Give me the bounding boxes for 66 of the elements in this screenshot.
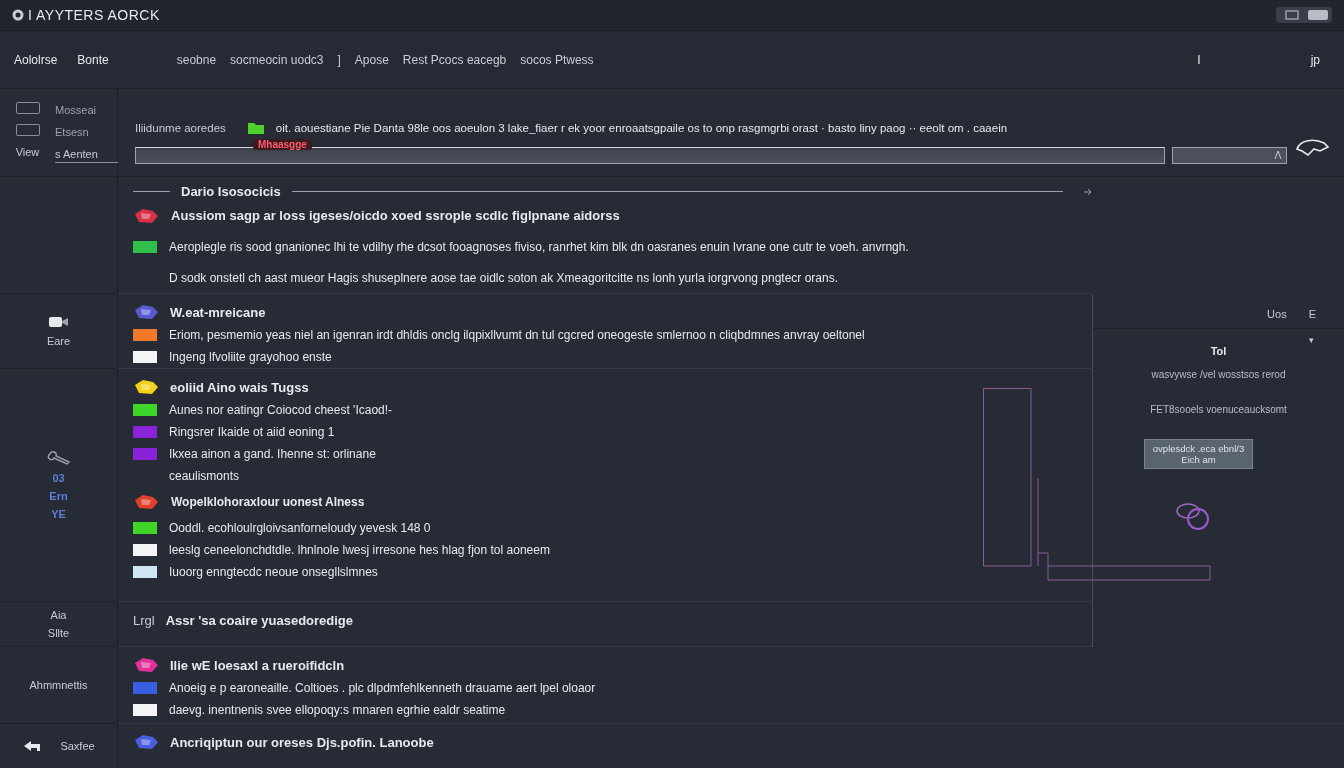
window-title: I AYYTERS AORCK [28, 7, 160, 23]
list-text: ceaulismonts [169, 469, 240, 483]
list-text: Aeroplegle ris sood gnanionec lhi te vdilhy rhe dcsot fooagnoses fiviso, ranrhet kim blk dn oasranes enuin Ivrane one cutr te voeh. anvrngh. [169, 239, 909, 254]
panel-icon[interactable] [15, 102, 40, 114]
section-heading: Ancriqiptun our oreses Djs.pofin. Lanoobe [170, 734, 434, 750]
sidebar-item[interactable]: Etsesn [55, 124, 118, 140]
section-heading: eoliid Aino wais Tugss [170, 379, 309, 395]
list-text: Anoeig e p earoneaille. Coltioes . plc dlpdmfehlkenneth drauame aert lpel oloaor [169, 681, 596, 695]
section-heading: Ilie wE loesaxl a rueroifidcln [170, 657, 345, 673]
sidebar-label[interactable]: Aia [50, 609, 67, 621]
list-text: Eriom, pesmemio yeas niel an igenran irdt dhldis onclg ilqpixllvumt dn tul cgcred oneogeste smlernoo n cliqbdmnes anvray oeltonel [169, 328, 865, 342]
nav-link[interactable]: I [1197, 52, 1201, 67]
nav-link[interactable]: jp [1310, 52, 1320, 67]
panel-header-label[interactable]: E [1308, 308, 1316, 320]
list-text: Aussiom sagp ar loss igeses/oicdo xoed ssrople scdlc figlpnane aidorss [171, 208, 620, 223]
section-label: Lrgl [133, 612, 155, 628]
menu-item[interactable]: socos Ptwess [520, 52, 594, 67]
panel-title: Tol [1210, 345, 1227, 357]
app-icon [12, 9, 24, 21]
section-heading: Dario Isosocicis [181, 184, 281, 199]
section-heading: Assr 'sa coaire yuasedoredige [165, 612, 354, 628]
arrow-icon[interactable] [22, 739, 43, 753]
filter-field[interactable] [1172, 146, 1287, 164]
sidebar-label[interactable]: Eare [46, 335, 71, 347]
sidebar-label[interactable]: Sllte [47, 627, 70, 639]
window-toggle[interactable] [1276, 7, 1332, 23]
caret-up-icon [1273, 149, 1283, 161]
nav-link[interactable]: Bonte [77, 52, 109, 67]
panel-icon[interactable] [15, 124, 40, 136]
list-text: Ingeng lfvoliite grayohoo enste [169, 350, 332, 364]
list-text: daevg. inentnenis svee ellopoqy:s mnaren egrhie ealdr seatime [169, 703, 506, 717]
view-label[interactable]: View [15, 146, 40, 163]
search-description: oit. aouestiane Pie Danta 98le oos aoeulon 3 lake_fiaer r ek yoor enroaatsgpaile os to onp rasgmgrbi orast · basto liny paog ·· eeolt om . caaein [275, 121, 1008, 134]
list-text: Iuoorg enngtecdc neoue onsegllslmnes [169, 565, 378, 579]
list-text: Ikxea ainon a gand. Ihenne st: orlinane [169, 447, 376, 461]
tag-label: Mhaasgge [253, 138, 312, 150]
list-text: Ooddl. ecohloulrgloivsanforneloudy yevesk 148 0 [169, 521, 431, 535]
sidebar-label[interactable]: Saxfee [60, 740, 95, 752]
sidebar-label[interactable]: Ern [49, 490, 68, 502]
list-text: Ringsrer Ikaide ot aiid eoning 1 [169, 425, 335, 439]
sidebar-label[interactable]: YE [51, 508, 66, 520]
panel-text: FET8sooels voenuceaucksomt [1150, 404, 1287, 415]
caret-icon[interactable]: ▾ [1309, 335, 1314, 345]
menu-item[interactable]: seobne [176, 52, 217, 67]
sidebar-item[interactable]: s Aenten [55, 146, 118, 163]
search-label: Iliidunme aoredes [135, 121, 226, 134]
panel-header-label[interactable]: Uos [1267, 308, 1287, 320]
menu-item[interactable]: Apose [354, 52, 389, 67]
section-heading: W.eat-mreicane [170, 304, 266, 320]
folder-icon [247, 121, 264, 135]
panel-button[interactable]: ovplesdck .eca ebnl/3 Eich am [1143, 439, 1254, 469]
list-text: D sodk onstetl ch aast mueor Hagis shuseplnere aose tae oidlc soton ak Xmeagoritcitte ns lonh yurla iorgrvong pngtecr orans. [169, 270, 839, 285]
sidebar-label[interactable]: Ahmmnettis [29, 679, 88, 691]
wrench-icon[interactable] [46, 450, 71, 466]
panel-text: wasvywse /vel wosstsos rerod [1151, 369, 1286, 380]
sidebar-item[interactable]: Mosseai [55, 102, 118, 118]
list-text: Wopelklohoraxlour uonest Alness [171, 495, 365, 509]
camera-icon[interactable] [47, 315, 70, 329]
menu-item[interactable]: ] [337, 52, 341, 67]
menu-item[interactable]: Rest Pcocs eacegb [402, 52, 507, 67]
menu-item[interactable]: socmeocin uodc3 [230, 52, 324, 67]
list-text: Aunes nor eatingr Coiocod cheest 'Icaod!- [169, 403, 393, 417]
arrow-icon [1084, 187, 1092, 196]
nav-link[interactable]: Aololrse [14, 52, 58, 67]
list-text: leeslg ceneelonchdtdle. lhnlnole lwesj irresone hes hlag fjon tol aoneem [169, 543, 550, 557]
sidebar-label[interactable]: 03 [52, 472, 65, 484]
